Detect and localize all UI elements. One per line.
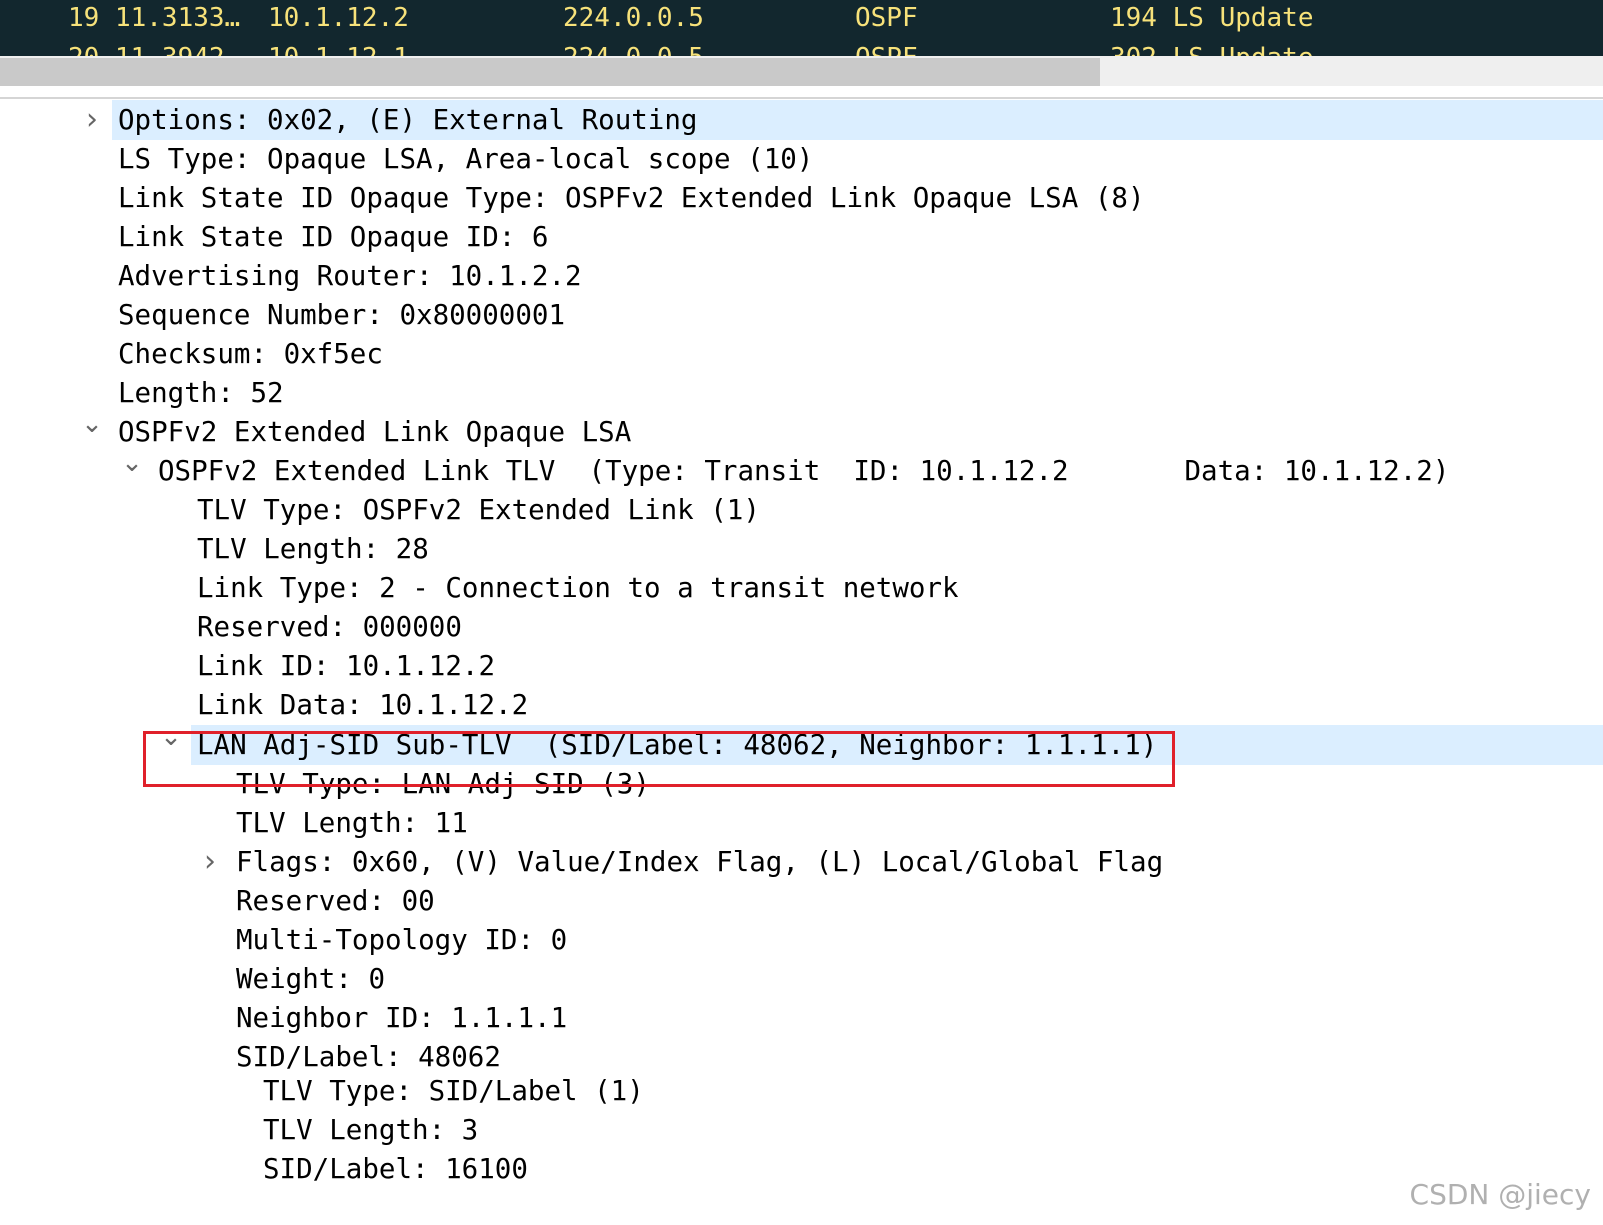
packet-info: 302 LS Update [1110, 40, 1314, 56]
watermark: CSDN @jiecy [1409, 1178, 1591, 1211]
tree-row[interactable]: TLV Type: LAN Adj-SID (3) [0, 764, 1603, 804]
tree-row-label: Link Type: 2 - Connection to a transit n… [197, 572, 959, 604]
tree-row[interactable]: Length: 52 [0, 373, 1603, 413]
tree-row[interactable]: Flags: 0x60, (V) Value/Index Flag, (L) L… [0, 842, 1603, 882]
packet-source: 10.1.12.1 [268, 40, 409, 56]
tree-row-label: Checksum: 0xf5ec [118, 338, 383, 370]
tree-row-label: Length: 52 [118, 377, 284, 409]
tree-row-label: Weight: 0 [236, 963, 386, 995]
tree-row[interactable]: TLV Length: 11 [0, 803, 1603, 843]
tree-row[interactable]: Weight: 0 [0, 959, 1603, 999]
packet-destination: 224.0.0.5 [563, 3, 704, 33]
tree-row-label: Link Data: 10.1.12.2 [197, 689, 529, 721]
chevron-right-icon[interactable] [198, 842, 222, 883]
tree-row-label: Options: 0x02, (E) External Routing [118, 104, 698, 136]
tree-row[interactable]: SID/Label: 16100 [0, 1149, 1603, 1189]
tree-row-label: Sequence Number: 0x80000001 [118, 299, 566, 331]
tree-row[interactable]: TLV Type: SID/Label (1) [0, 1071, 1603, 1111]
tree-row-label: OSPFv2 Extended Link TLV (Type: Transit … [158, 455, 1450, 487]
pane-divider[interactable] [0, 97, 1603, 99]
packet-protocol: OSPF [855, 3, 918, 33]
tree-row-label: Reserved: 00 [236, 885, 435, 917]
horizontal-scrollbar[interactable] [0, 56, 1603, 86]
tree-row-label: Reserved: 000000 [197, 611, 462, 643]
tree-row[interactable]: OSPFv2 Extended Link TLV (Type: Transit … [0, 451, 1603, 491]
tree-row[interactable]: Link State ID Opaque Type: OSPFv2 Extend… [0, 178, 1603, 218]
tree-row-label: Link ID: 10.1.12.2 [197, 650, 496, 682]
tree-row[interactable]: Reserved: 00 [0, 881, 1603, 921]
tree-row-label: TLV Type: OSPFv2 Extended Link (1) [197, 494, 760, 526]
chevron-down-icon[interactable] [80, 412, 104, 452]
packet-no-time: 19 11.3133… [68, 3, 241, 33]
tree-row[interactable]: Checksum: 0xf5ec [0, 334, 1603, 374]
tree-row-label: Advertising Router: 10.1.2.2 [118, 260, 582, 292]
tree-row[interactable]: Reserved: 000000 [0, 607, 1603, 647]
tree-row[interactable]: Neighbor ID: 1.1.1.1 [0, 998, 1603, 1038]
tree-row[interactable]: TLV Type: OSPFv2 Extended Link (1) [0, 490, 1603, 530]
tree-row[interactable]: TLV Length: 28 [0, 529, 1603, 569]
tree-row-label: TLV Type: LAN Adj-SID (3) [236, 768, 650, 800]
chevron-down-icon[interactable] [120, 451, 144, 491]
tree-row-label: Link State ID Opaque ID: 6 [118, 221, 549, 253]
tree-row-label: Link State ID Opaque Type: OSPFv2 Extend… [118, 182, 1145, 214]
tree-row-label: Multi-Topology ID: 0 [236, 924, 568, 956]
packet-source: 10.1.12.2 [268, 3, 409, 33]
packet-destination: 224.0.0.5 [563, 40, 704, 56]
chevron-down-icon[interactable] [159, 725, 183, 765]
packet-row[interactable]: 20 11.3942… 10.1.12.1 224.0.0.5 OSPF 302… [0, 40, 1603, 56]
packet-no-time: 20 11.3942… [68, 40, 240, 56]
tree-row[interactable]: LS Type: Opaque LSA, Area-local scope (1… [0, 139, 1603, 179]
tree-row[interactable]: OSPFv2 Extended Link Opaque LSA [0, 412, 1603, 452]
tree-row[interactable]: TLV Length: 3 [0, 1110, 1603, 1150]
tree-row[interactable]: Multi-Topology ID: 0 [0, 920, 1603, 960]
tree-row[interactable]: Link ID: 10.1.12.2 [0, 646, 1603, 686]
tree-row-label: TLV Length: 28 [197, 533, 429, 565]
tree-row[interactable]: Link Type: 2 - Connection to a transit n… [0, 568, 1603, 608]
tree-row-label: TLV Length: 3 [263, 1114, 479, 1146]
chevron-right-icon[interactable] [80, 100, 104, 141]
packet-info: 194 LS Update [1110, 3, 1314, 33]
tree-row[interactable]: Advertising Router: 10.1.2.2 [0, 256, 1603, 296]
scrollbar-thumb[interactable] [0, 58, 1100, 86]
tree-row[interactable]: Link Data: 10.1.12.2 [0, 685, 1603, 725]
tree-row[interactable]: LAN Adj-SID Sub-TLV (SID/Label: 48062, N… [191, 725, 1603, 765]
tree-row-label: LS Type: Opaque LSA, Area-local scope (1… [118, 143, 814, 175]
tree-row-label: SID/Label: 16100 [263, 1153, 528, 1185]
packet-row[interactable]: 19 11.3133… 10.1.12.2 224.0.0.5 OSPF 194… [0, 0, 1603, 44]
packet-list: 19 11.3133… 10.1.12.2 224.0.0.5 OSPF 194… [0, 0, 1603, 56]
tree-row-label: Flags: 0x60, (V) Value/Index Flag, (L) L… [236, 846, 1164, 878]
tree-row-label: OSPFv2 Extended Link Opaque LSA [118, 416, 632, 448]
tree-row[interactable]: Sequence Number: 0x80000001 [0, 295, 1603, 335]
tree-row[interactable]: Options: 0x02, (E) External Routing [112, 100, 1603, 140]
tree-row-label: Neighbor ID: 1.1.1.1 [236, 1002, 568, 1034]
packet-protocol: OSPF [855, 40, 918, 56]
tree-row-label: TLV Type: SID/Label (1) [263, 1075, 644, 1107]
tree-row-label: LAN Adj-SID Sub-TLV (SID/Label: 48062, N… [197, 729, 1158, 761]
tree-row-label: TLV Length: 11 [236, 807, 468, 839]
tree-row[interactable]: Link State ID Opaque ID: 6 [0, 217, 1603, 257]
